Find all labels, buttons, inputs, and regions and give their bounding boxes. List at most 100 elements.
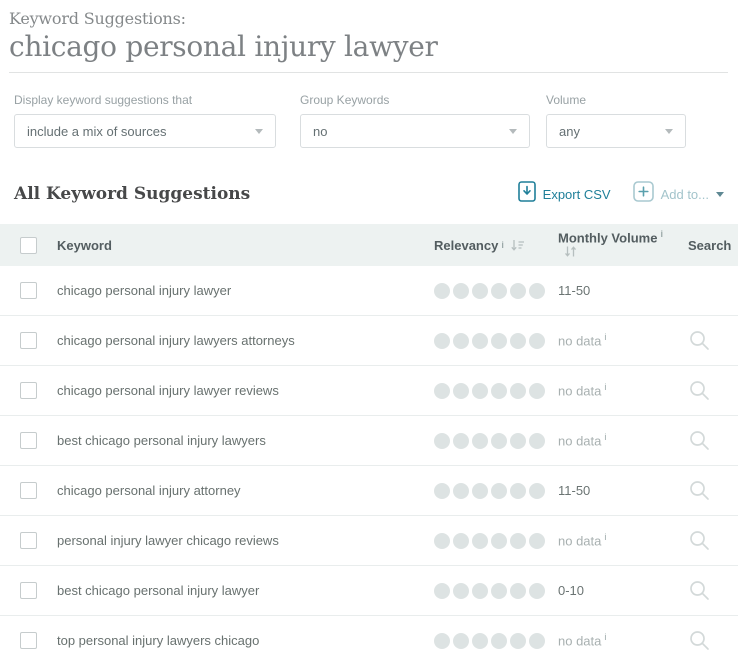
filter-volume-select[interactable]: any (546, 114, 686, 148)
search-icon[interactable] (688, 529, 711, 552)
column-header-keyword: Keyword (37, 238, 418, 253)
table-body: chicago personal injury lawyer 11-50 chi… (0, 266, 738, 652)
chevron-down-icon (509, 129, 517, 134)
volume-cell: 11-50 (542, 283, 672, 298)
info-icon: i (604, 432, 606, 442)
relevancy-cell (418, 333, 542, 349)
search-icon[interactable] (688, 329, 711, 352)
search-icon[interactable] (688, 429, 711, 452)
row-checkbox[interactable] (20, 432, 37, 449)
keyword-text: best chicago personal injury lawyers (57, 433, 266, 448)
download-icon (518, 181, 536, 207)
relevancy-dot (510, 383, 526, 399)
sort-relevancy-icon[interactable] (510, 239, 525, 252)
filter-volume-value: any (559, 124, 580, 139)
relevancy-dot (434, 333, 450, 349)
relevancy-dot (434, 383, 450, 399)
relevancy-dots (434, 433, 548, 449)
relevancy-dot (434, 633, 450, 649)
filter-volume: Volume any (546, 93, 686, 148)
keyword-cell: best chicago personal injury lawyer (37, 583, 418, 598)
filter-volume-label: Volume (546, 93, 686, 107)
filter-source-value: include a mix of sources (27, 124, 166, 139)
keyword-cell: chicago personal injury attorney (37, 483, 418, 498)
column-header-volume: Monthly Volumei (542, 229, 672, 261)
filter-group-keywords: Group Keywords no (300, 93, 530, 148)
table-row: chicago personal injury attorney 11-50 (0, 466, 738, 516)
table-row: chicago personal injury lawyers attorney… (0, 316, 738, 366)
table-row: best chicago personal injury lawyers no … (0, 416, 738, 466)
relevancy-dot (453, 633, 469, 649)
row-checkbox[interactable] (20, 632, 37, 649)
relevancy-dot (491, 383, 507, 399)
relevancy-cell (418, 433, 542, 449)
export-csv-label: Export CSV (543, 187, 611, 202)
keyword-text: chicago personal injury attorney (57, 483, 241, 498)
volume-cell: no datai (542, 432, 672, 448)
relevancy-dot (472, 533, 488, 549)
keyword-cell: chicago personal injury lawyer (37, 283, 418, 298)
relevancy-dot (472, 583, 488, 599)
section-bar: All Keyword Suggestions Export CSV Add t… (0, 148, 738, 207)
row-checkbox[interactable] (20, 382, 37, 399)
relevancy-dot (472, 483, 488, 499)
row-checkbox[interactable] (20, 582, 37, 599)
relevancy-dot (491, 483, 507, 499)
volume-text: 11-50 (558, 483, 590, 498)
relevancy-dot (510, 483, 526, 499)
filter-group-keywords-value: no (313, 124, 327, 139)
row-checkbox[interactable] (20, 282, 37, 299)
info-icon: i (604, 532, 606, 542)
page-header: Keyword Suggestions: chicago personal in… (0, 0, 738, 73)
relevancy-dot (434, 583, 450, 599)
relevancy-dot (491, 533, 507, 549)
search-cell (672, 479, 738, 502)
info-icon: i (604, 332, 606, 342)
relevancy-dot (472, 383, 488, 399)
relevancy-dots (434, 583, 548, 599)
export-csv-button[interactable]: Export CSV (518, 181, 611, 207)
keyword-suggestions-table: Keyword Relevancyi Monthly Volumei (0, 224, 738, 652)
volume-text: no data (558, 334, 601, 349)
keyword-cell: best chicago personal injury lawyers (37, 433, 418, 448)
volume-text: 0-10 (558, 583, 584, 598)
relevancy-dot (453, 333, 469, 349)
select-all-checkbox[interactable] (20, 237, 37, 254)
relevancy-dot (491, 333, 507, 349)
relevancy-cell (418, 533, 542, 549)
volume-cell: 11-50 (542, 483, 672, 498)
relevancy-dot (510, 283, 526, 299)
search-cell (672, 629, 738, 652)
add-to-button[interactable]: Add to... (633, 181, 724, 207)
search-icon[interactable] (688, 579, 711, 602)
search-cell (672, 429, 738, 452)
relevancy-dot (510, 533, 526, 549)
relevancy-dot (472, 333, 488, 349)
relevancy-cell (418, 483, 542, 499)
table-row: chicago personal injury lawyer reviews n… (0, 366, 738, 416)
sort-volume-icon[interactable] (564, 245, 577, 258)
relevancy-dot (453, 533, 469, 549)
row-checkbox[interactable] (20, 532, 37, 549)
filter-group-keywords-label: Group Keywords (300, 93, 530, 107)
table-row: chicago personal injury lawyer 11-50 (0, 266, 738, 316)
relevancy-dot (453, 583, 469, 599)
relevancy-dot (472, 433, 488, 449)
info-icon: i (604, 632, 606, 642)
relevancy-dot (491, 433, 507, 449)
search-cell (672, 379, 738, 402)
table-row: personal injury lawyer chicago reviews n… (0, 516, 738, 566)
section-actions: Export CSV Add to... (518, 181, 724, 207)
row-checkbox[interactable] (20, 482, 37, 499)
relevancy-dots (434, 533, 548, 549)
search-icon[interactable] (688, 479, 711, 502)
volume-text: no data (558, 434, 601, 449)
filter-source-select[interactable]: include a mix of sources (14, 114, 276, 148)
relevancy-dot (491, 633, 507, 649)
volume-text: no data (558, 384, 601, 399)
chevron-down-icon (716, 192, 724, 197)
search-icon[interactable] (688, 379, 711, 402)
search-icon[interactable] (688, 629, 711, 652)
filter-group-keywords-select[interactable]: no (300, 114, 530, 148)
row-checkbox[interactable] (20, 332, 37, 349)
